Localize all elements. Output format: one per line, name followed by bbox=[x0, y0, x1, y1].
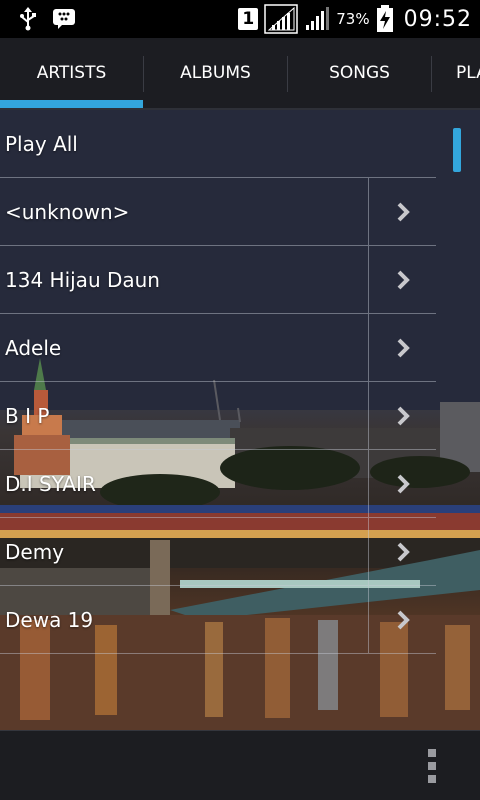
tab-label: ARTISTS bbox=[36, 63, 107, 83]
play-all-label: Play All bbox=[5, 131, 78, 156]
tab-artists[interactable]: ARTISTS bbox=[0, 38, 143, 108]
battery-percentage: 73% bbox=[336, 10, 370, 28]
signal-strength-2-icon bbox=[304, 6, 330, 32]
tab-playlists[interactable]: PLA bbox=[432, 38, 480, 108]
scrollbar-thumb[interactable] bbox=[453, 128, 461, 172]
artist-name: Dewa 19 bbox=[5, 607, 94, 632]
chevron-right-icon[interactable] bbox=[368, 246, 436, 313]
status-bar: 1 73% 09:52 bbox=[0, 0, 480, 38]
list-item[interactable]: Dewa 19 bbox=[0, 586, 436, 654]
list-item[interactable]: B I P bbox=[0, 382, 436, 450]
status-clock: 09:52 bbox=[403, 6, 472, 32]
tab-label: PLA bbox=[456, 63, 480, 83]
chevron-right-icon[interactable] bbox=[368, 382, 436, 449]
chevron-right-icon[interactable] bbox=[368, 518, 436, 585]
overflow-menu-icon[interactable] bbox=[422, 749, 442, 783]
play-all-item[interactable]: Play All bbox=[0, 110, 436, 178]
tab-songs[interactable]: SONGS bbox=[288, 38, 431, 108]
tab-label: SONGS bbox=[329, 63, 390, 83]
list-item[interactable]: D.I SYAIR bbox=[0, 450, 436, 518]
artist-name: <unknown> bbox=[5, 199, 130, 224]
tab-bar: ARTISTS ALBUMS SONGS PLA bbox=[0, 38, 480, 110]
artist-name: Demy bbox=[5, 539, 65, 564]
artist-name: Adele bbox=[5, 335, 62, 360]
sim-slot-indicator: 1 bbox=[238, 8, 259, 30]
chevron-right-icon[interactable] bbox=[368, 178, 436, 245]
list-item[interactable]: 134 Hijau Daun bbox=[0, 246, 436, 314]
bbm-icon bbox=[52, 8, 76, 30]
list-item[interactable]: Demy bbox=[0, 518, 436, 586]
artist-name: D.I SYAIR bbox=[5, 471, 96, 496]
tab-label: ALBUMS bbox=[180, 63, 251, 83]
selected-tab-indicator bbox=[0, 100, 143, 108]
list-item[interactable]: <unknown> bbox=[0, 178, 436, 246]
chevron-right-icon[interactable] bbox=[368, 314, 436, 381]
list-item[interactable]: Adele bbox=[0, 314, 436, 382]
battery-charging-icon bbox=[376, 5, 394, 33]
bottom-action-bar bbox=[0, 730, 480, 800]
artist-name: 134 Hijau Daun bbox=[5, 267, 160, 292]
artist-name: B I P bbox=[5, 403, 50, 428]
chevron-right-icon[interactable] bbox=[368, 450, 436, 517]
chevron-right-icon[interactable] bbox=[368, 586, 436, 653]
signal-strength-icon bbox=[264, 4, 298, 34]
artist-list: Play All <unknown> 134 Hijau Daun Adele … bbox=[0, 110, 436, 654]
tab-albums[interactable]: ALBUMS bbox=[144, 38, 287, 108]
usb-icon bbox=[18, 7, 38, 31]
